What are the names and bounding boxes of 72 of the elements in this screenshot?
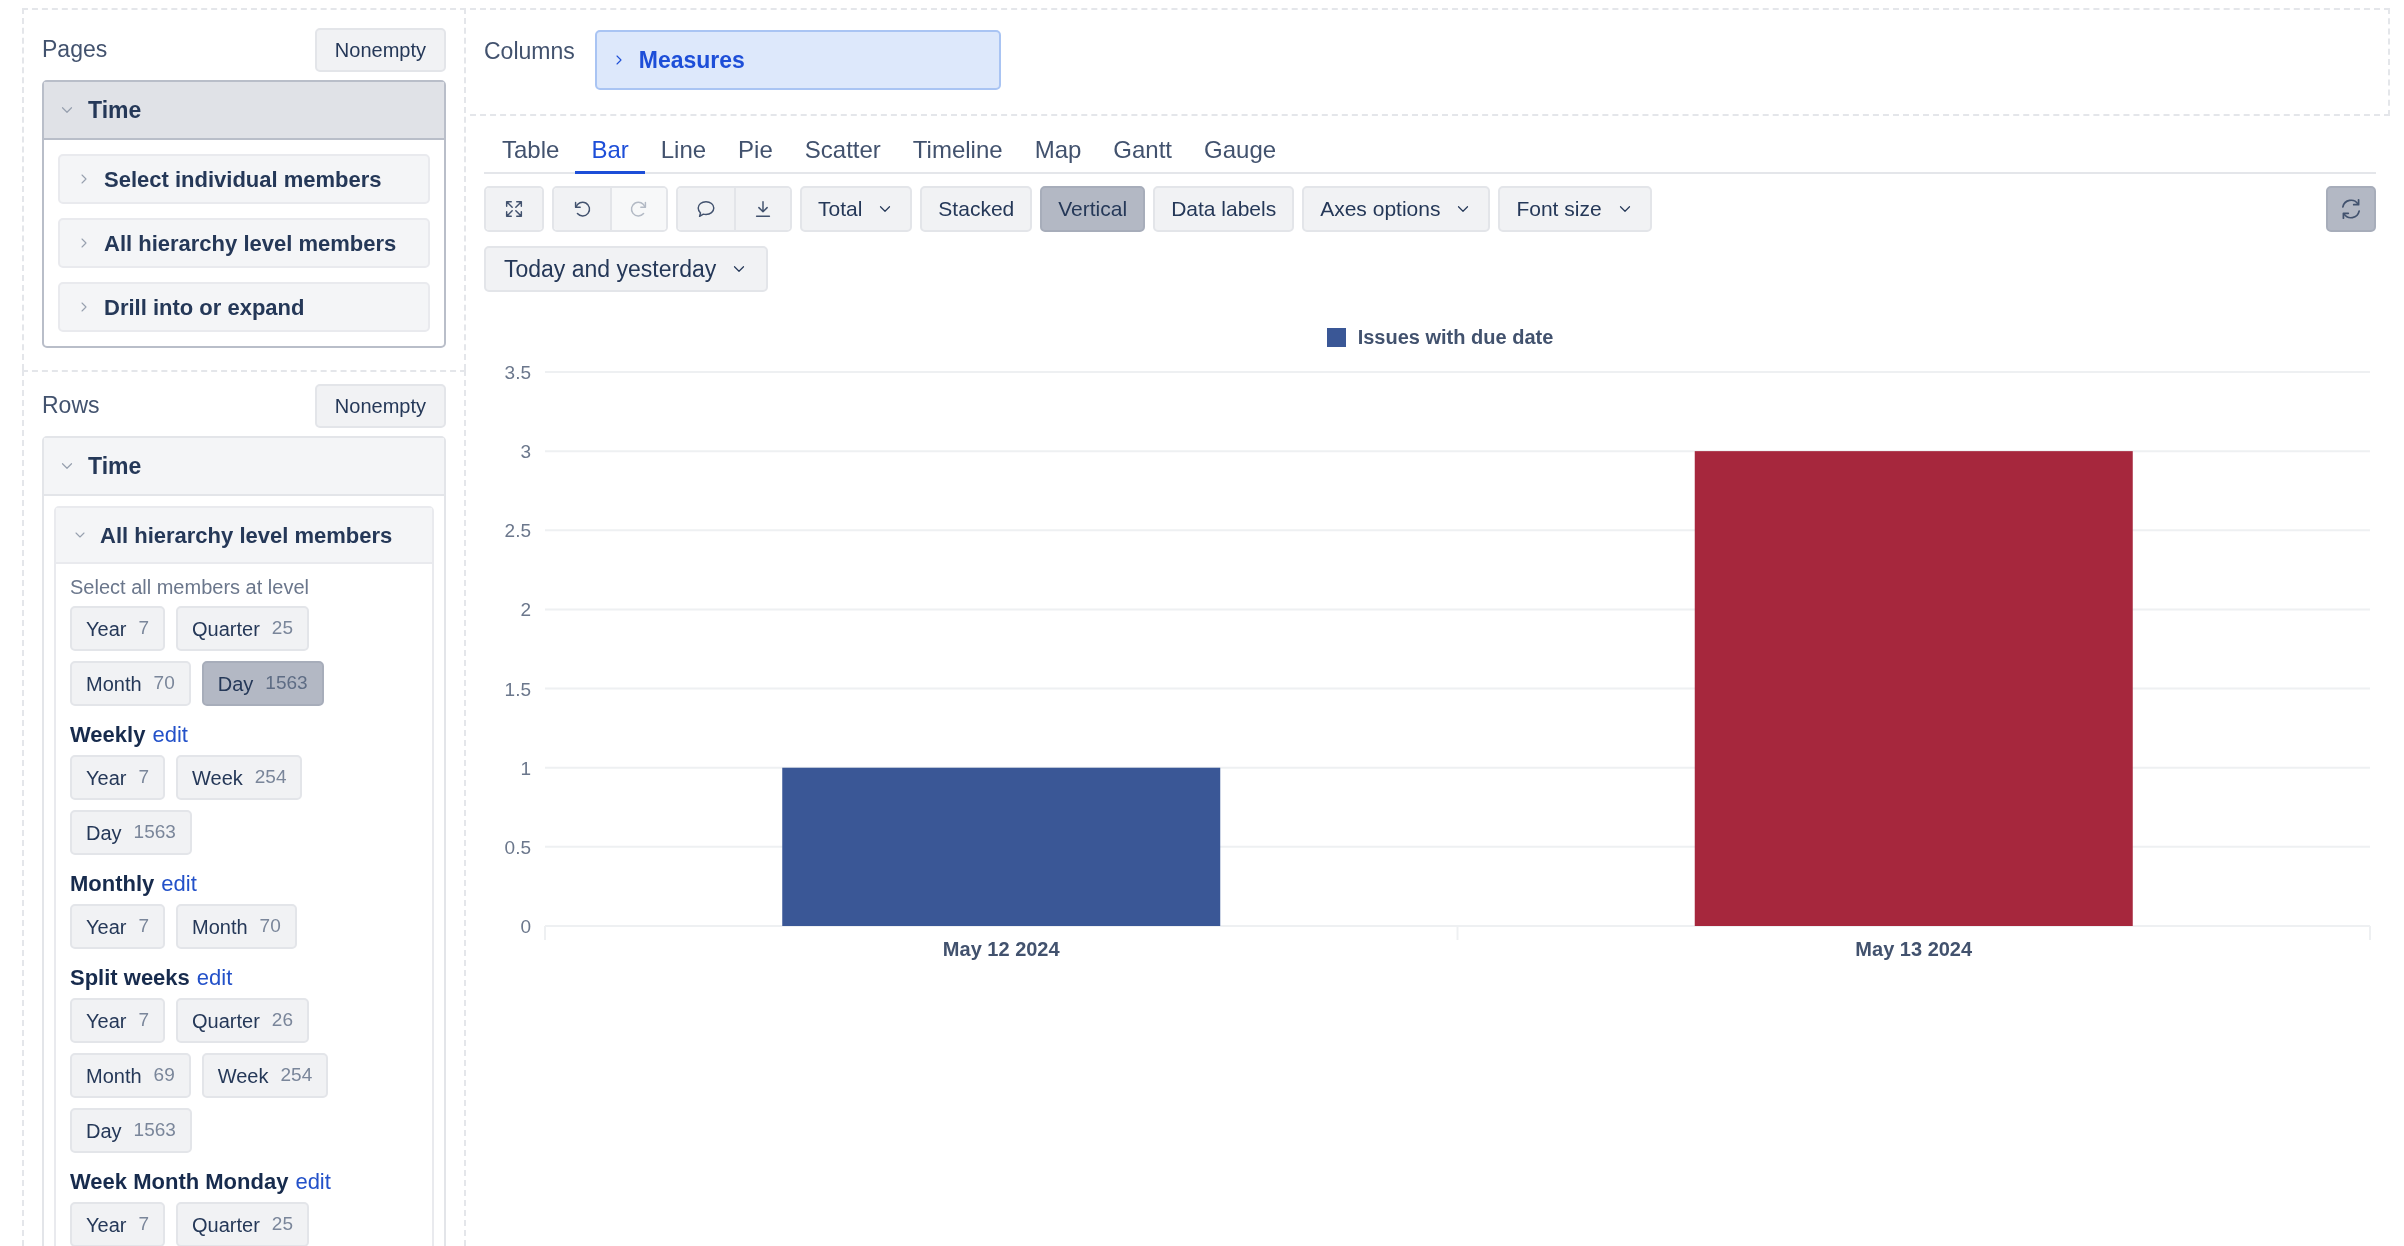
level-chip[interactable]: Month 70 — [70, 661, 191, 706]
level-chip[interactable]: Day 1563 — [70, 810, 192, 855]
dimension-header[interactable]: Time — [44, 438, 444, 496]
chart-type-tab[interactable]: Map — [1018, 128, 1098, 174]
hint-text: Select all members at level — [70, 575, 310, 600]
download-button[interactable] — [734, 188, 790, 230]
axis-category-label: May 12 2024 — [942, 938, 1060, 960]
chart-type-tab[interactable]: Table — [486, 128, 576, 174]
hierarchy-name: Split weeks — [70, 964, 190, 992]
refresh-button[interactable] — [2326, 186, 2376, 232]
comment-icon — [695, 198, 717, 220]
level-chip[interactable]: Week 254 — [201, 1053, 329, 1098]
nonempty-button[interactable]: Nonempty — [314, 28, 446, 72]
level-chip[interactable]: Quarter 26 — [176, 998, 309, 1043]
dropdown-button[interactable]: Font size — [1498, 186, 1652, 232]
level-chip[interactable]: Year 7 — [70, 755, 165, 800]
hierarchy-name: Week Month Monday — [70, 1168, 289, 1196]
hierarchy-name: Weekly — [70, 721, 146, 749]
dimension-name: Time — [88, 451, 142, 481]
nonempty-button[interactable]: Nonempty — [314, 384, 446, 428]
toggle-button[interactable]: Vertical — [1040, 186, 1146, 232]
legend-label: Issues with due date — [1357, 325, 1554, 350]
option-item[interactable]: All hierarchy level members — [58, 218, 430, 268]
chart-type-tab[interactable]: Bar — [575, 128, 645, 174]
level-chip[interactable]: Quarter 25 — [176, 1202, 309, 1246]
level-chip[interactable]: Year 7 — [70, 1202, 165, 1246]
axis-tick-label: 0.5 — [504, 836, 531, 858]
dropdown-button[interactable]: Axes options — [1302, 186, 1491, 232]
section-title: Pages — [42, 35, 108, 64]
option-item[interactable]: Select individual members — [58, 154, 430, 204]
level-chip[interactable]: Day 1563 — [70, 1108, 192, 1153]
chart-type-tab[interactable]: Scatter — [788, 128, 897, 174]
measures-field[interactable]: Measures — [594, 30, 1001, 90]
level-chip[interactable]: Year 7 — [70, 606, 165, 651]
fullscreen-icon — [503, 198, 525, 220]
toggle-button[interactable]: Data labels — [1153, 186, 1295, 232]
period-dropdown[interactable]: Today and yesterday — [484, 246, 769, 292]
axis-tick-label: 0 — [520, 916, 531, 937]
chart-type-tab[interactable]: Line — [644, 128, 723, 174]
dimension-name: Time — [88, 95, 142, 125]
axis-tick-label: 2.5 — [504, 520, 531, 542]
edit-link[interactable]: edit — [152, 718, 188, 751]
section-header[interactable]: All hierarchy level members — [56, 508, 432, 564]
level-chip[interactable]: Year 7 — [70, 998, 165, 1043]
level-chip[interactable]: Month 70 — [176, 904, 297, 949]
axis-tick-label: 3 — [520, 441, 531, 463]
edit-link[interactable]: edit — [161, 867, 197, 900]
axis-tick-label: 1 — [520, 757, 531, 779]
chart-type-tab[interactable]: Pie — [722, 128, 789, 174]
hierarchy-name: Monthly — [70, 870, 155, 898]
dropdown-button[interactable]: Total — [800, 186, 913, 232]
level-chip[interactable]: Month 69 — [70, 1053, 191, 1098]
axis-category-label: May 13 2024 — [1855, 938, 1973, 960]
level-chip[interactable]: Week 254 — [176, 755, 303, 800]
section-title: Rows — [42, 391, 100, 420]
section-title: Columns — [484, 37, 575, 66]
dimension-header[interactable]: Time — [44, 82, 444, 140]
chart-type-tab[interactable]: Gauge — [1188, 128, 1293, 174]
level-chip[interactable]: Quarter 25 — [176, 606, 309, 651]
toggle-button[interactable]: Stacked — [920, 186, 1033, 232]
level-chip[interactable]: Year 7 — [70, 904, 165, 949]
chart-type-tab[interactable]: Gantt — [1097, 128, 1189, 174]
axis-tick-label: 2 — [520, 599, 531, 621]
chart-type-tab[interactable]: Timeline — [896, 128, 1019, 174]
option-item[interactable]: Drill into or expand — [58, 282, 430, 332]
comment-button[interactable] — [678, 188, 734, 230]
undo-button[interactable] — [554, 188, 610, 230]
edit-link[interactable]: edit — [196, 961, 233, 994]
edit-link[interactable]: edit — [295, 1165, 331, 1198]
axis-tick-label: 3.5 — [504, 362, 531, 383]
level-chip[interactable]: Day 1563 — [201, 661, 324, 706]
axis-tick-label: 1.5 — [504, 678, 531, 700]
